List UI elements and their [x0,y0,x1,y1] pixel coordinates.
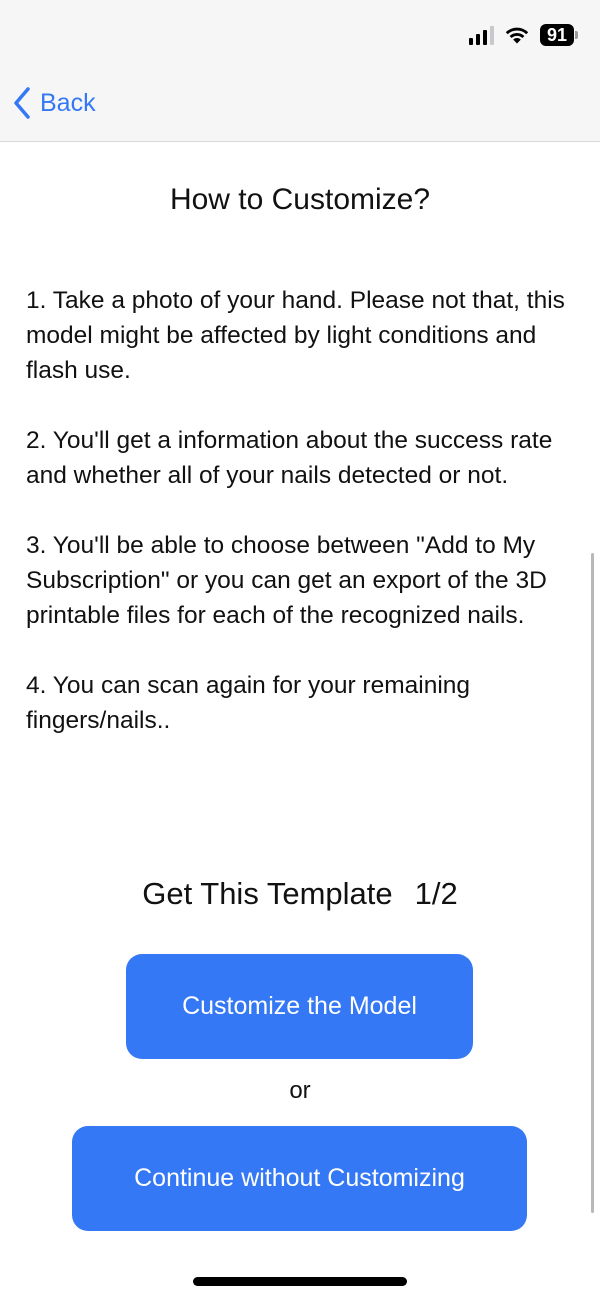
customize-model-button-label: Customize the Model [182,992,417,1020]
template-label: Get This Template [142,876,393,911]
navigation-bar: Back [0,70,600,142]
instructions-list: 1. Take a photo of your hand. Please not… [26,283,582,773]
back-button-label: Back [40,88,96,117]
instruction-step-3: 3. You'll be able to choose between "Add… [26,532,547,629]
status-icons: 91 [469,24,578,46]
wifi-icon [505,27,529,44]
or-separator: or [289,1077,311,1104]
battery-icon: 91 [540,24,578,46]
page-title: How to Customize? [169,183,431,216]
customize-model-button[interactable]: Customize the Model [126,954,473,1059]
instruction-step-2: 2. You'll get a information about the su… [26,427,553,489]
screen: 91 Back How to Customize? 1. Take a phot… [0,0,600,1299]
battery-level: 91 [540,24,574,46]
instruction-step-4: 4. You can scan again for your remaining… [26,672,471,734]
cellular-signal-icon [469,25,494,45]
status-bar: 91 [0,0,600,70]
template-heading: Get This Template 1/2 [0,873,600,915]
continue-button-label: Continue without Customizing [134,1164,465,1192]
template-count: 1/2 [414,876,458,911]
back-button[interactable]: Back [12,86,96,120]
home-indicator[interactable] [193,1277,407,1286]
chevron-left-icon [12,86,32,120]
continue-without-customizing-button[interactable]: Continue without Customizing [72,1126,527,1231]
instruction-step-1: 1. Take a photo of your hand. Please not… [26,287,565,384]
